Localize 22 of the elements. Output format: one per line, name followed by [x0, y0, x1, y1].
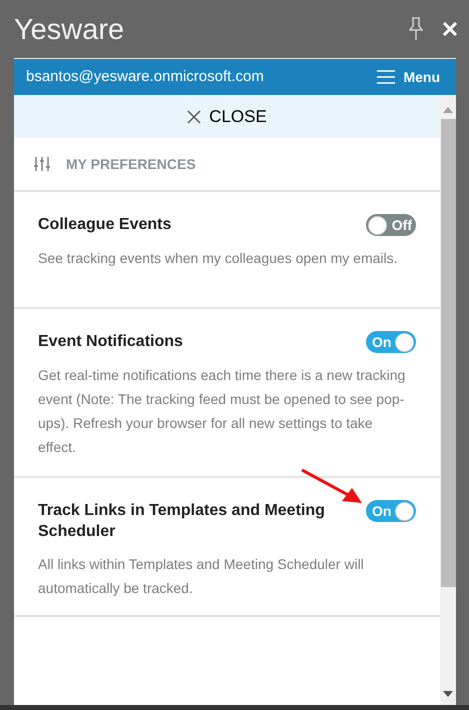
- preference-description: All links within Templates and Meeting Scheduler will automatically be tracked.: [38, 555, 365, 598]
- account-email: bsantos@yesware.onmicrosoft.com: [26, 66, 264, 87]
- preference-title: Track Links in Templates and Meeting Scheduler: [38, 501, 326, 542]
- close-icon: [187, 110, 202, 124]
- toggle-switch[interactable]: On: [366, 331, 416, 353]
- pin-icon[interactable]: [409, 17, 423, 41]
- scrollbar[interactable]: [440, 95, 456, 705]
- menu-icon: [377, 70, 396, 84]
- menu-button[interactable]: Menu: [377, 66, 440, 88]
- section-heading: MY PREFERENCES: [66, 154, 196, 174]
- preference-description: See tracking events when my colleagues open my emails.: [38, 249, 399, 268]
- preference-title: Event Notifications: [38, 332, 183, 352]
- close-icon[interactable]: [443, 22, 457, 36]
- toggle-switch[interactable]: Off: [366, 214, 416, 236]
- preference-title: Colleague Events: [38, 215, 172, 235]
- close-button[interactable]: CLOSE: [14, 95, 440, 138]
- window-title: Yesware: [14, 13, 124, 48]
- sliders-icon: [34, 156, 50, 172]
- scroll-up-icon[interactable]: [443, 107, 453, 113]
- preference-description: Get real-time notifications each time there is a new tracking event (Note: The tracking feed must be opened to see pop-ups). Refresh your browser for all new settings to take effect.: [38, 366, 406, 457]
- scroll-down-icon[interactable]: [443, 691, 453, 697]
- toggle-switch[interactable]: On: [366, 500, 416, 522]
